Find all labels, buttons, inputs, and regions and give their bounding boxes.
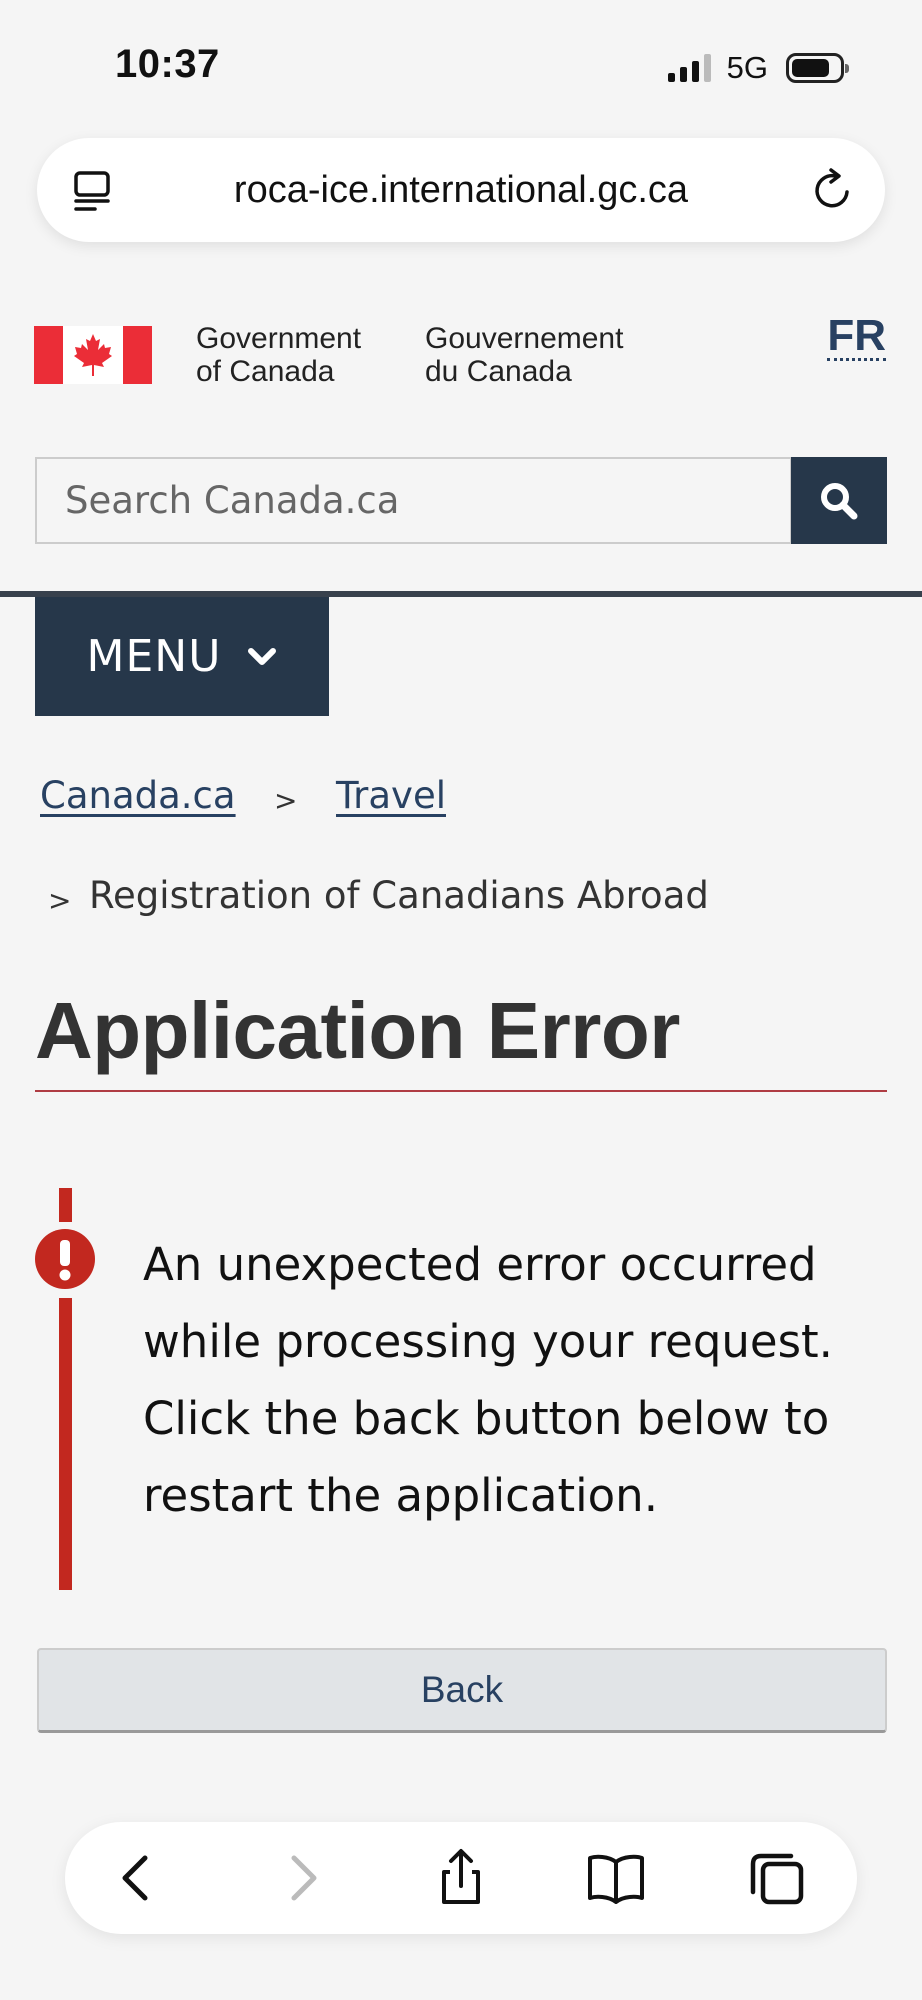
breadcrumb-separator: > (48, 884, 72, 917)
signal-icon (667, 54, 711, 82)
error-icon (35, 1229, 95, 1289)
status-time: 10:37 (115, 42, 220, 86)
page-title: Application Error (35, 986, 680, 1075)
status-indicators: 5G (667, 50, 849, 86)
back-button[interactable]: Back (37, 1648, 887, 1733)
breadcrumb-canada-ca[interactable]: Canada.ca (40, 774, 236, 817)
page: 10:37 5G roca-ice.international.gc.ca Go… (0, 0, 922, 2000)
forward-icon[interactable] (272, 1848, 332, 1908)
page-menu-icon[interactable] (73, 170, 111, 212)
back-icon[interactable] (107, 1848, 167, 1908)
gov-fr-line2: du Canada (425, 355, 572, 388)
menu-label: MENU (86, 631, 222, 682)
gov-en-line1: Government (196, 322, 362, 355)
title-underline (35, 1090, 887, 1092)
network-type: 5G (726, 50, 768, 85)
search-icon (821, 482, 858, 519)
gov-signature-en: Government of Canada (196, 322, 361, 388)
battery-icon (786, 53, 849, 83)
url-text[interactable]: roca-ice.international.gc.ca (37, 169, 885, 212)
breadcrumb-travel[interactable]: Travel (336, 774, 446, 817)
chevron-down-icon (248, 647, 277, 665)
gov-fr-line1: Gouvernement (425, 322, 624, 355)
breadcrumb-current: Registration of Canadians Abroad (89, 874, 709, 917)
reload-icon[interactable] (811, 168, 855, 212)
canada-flag-icon (34, 326, 152, 384)
language-toggle-link[interactable]: FR (827, 314, 886, 361)
search-button[interactable] (791, 457, 887, 544)
browser-toolbar (65, 1822, 857, 1934)
alert-message: An unexpected error occurred while proce… (143, 1238, 833, 1522)
breadcrumb-separator: > (274, 784, 298, 817)
gov-en-line2: of Canada (196, 355, 335, 388)
tabs-icon[interactable] (747, 1848, 807, 1908)
gov-signature-fr: Gouvernement du Canada (425, 322, 623, 388)
share-icon[interactable] (431, 1848, 491, 1908)
address-bar[interactable]: roca-ice.international.gc.ca (37, 138, 885, 242)
menu-button[interactable]: MENU (35, 597, 329, 716)
bookmarks-icon[interactable] (586, 1848, 646, 1908)
search-input[interactable] (35, 457, 792, 544)
